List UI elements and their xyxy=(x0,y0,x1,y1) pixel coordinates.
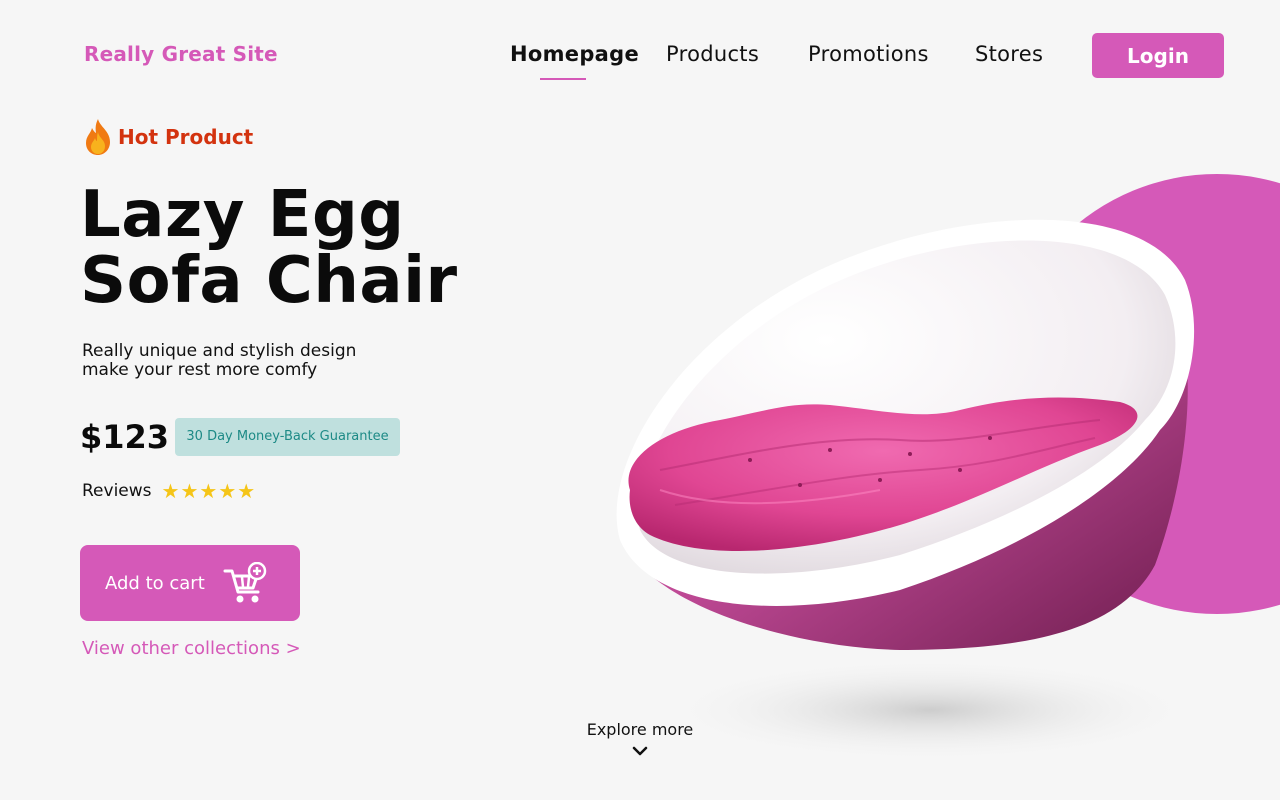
star-icon: ★ xyxy=(180,479,199,503)
star-icon: ★ xyxy=(161,479,180,503)
star-icon: ★ xyxy=(199,479,218,503)
main-nav: Homepage Products Promotions Stores xyxy=(0,40,1280,80)
product-title-line2: Sofa Chair xyxy=(80,244,458,318)
chair-shadow xyxy=(660,658,1200,762)
nav-stores[interactable]: Stores xyxy=(975,42,1043,66)
reviews-row: Reviews ★ ★ ★ ★ ★ xyxy=(82,481,256,501)
view-collections-link[interactable]: View other collections > xyxy=(82,638,301,659)
star-icon: ★ xyxy=(218,479,237,503)
product-title: Lazy Egg Sofa Chair xyxy=(80,182,458,314)
product-price: $123 xyxy=(80,418,170,456)
nav-active-indicator xyxy=(540,78,586,80)
description-line1: Really unique and stylish design xyxy=(82,341,357,361)
fire-icon xyxy=(86,119,110,155)
nav-promotions[interactable]: Promotions xyxy=(808,42,929,66)
hot-product-label: Hot Product xyxy=(118,125,254,149)
add-to-cart-label: Add to cart xyxy=(105,572,205,594)
guarantee-badge: 30 Day Money-Back Guarantee xyxy=(175,418,400,456)
product-description: Really unique and stylish design make yo… xyxy=(82,342,422,380)
hot-product-badge: Hot Product xyxy=(84,118,253,156)
star-icon: ★ xyxy=(237,479,256,503)
product-title-line1: Lazy Egg xyxy=(80,178,405,252)
cart-plus-icon xyxy=(223,562,267,603)
egg-chair-image xyxy=(616,174,1280,762)
nav-products[interactable]: Products xyxy=(666,42,759,66)
nav-homepage[interactable]: Homepage xyxy=(510,42,639,66)
reviews-label: Reviews xyxy=(82,481,152,501)
login-button[interactable]: Login xyxy=(1092,33,1224,78)
description-line2: make your rest more comfy xyxy=(82,360,318,380)
add-to-cart-button[interactable]: Add to cart xyxy=(80,545,300,621)
